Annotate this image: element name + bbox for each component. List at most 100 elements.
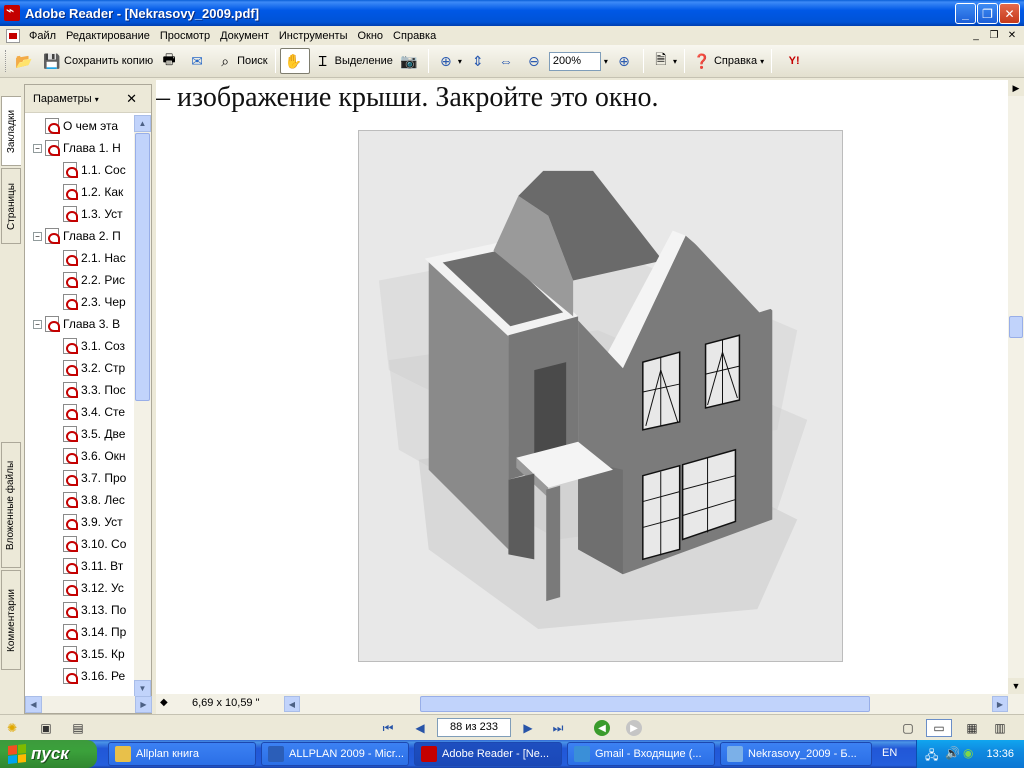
scroll-down-arrow-icon[interactable]: ▼ [1008,678,1024,694]
task-allplan-folder[interactable]: Allplan книга [108,742,256,766]
bookmark-item[interactable]: 3.13. По [63,599,126,621]
bookmark-item[interactable]: 2.2. Рис [63,269,125,291]
doc-restore-button[interactable]: ❐ [986,28,1002,42]
bookmark-item[interactable]: 1.3. Уст [63,203,123,225]
zoom-in-tool-button[interactable]: ⊕ ▾ [433,48,465,74]
doc-close-button[interactable]: ✕ [1004,28,1020,42]
sun-icon[interactable]: ✺ [2,719,22,737]
bookmark-item[interactable]: − Глава 2. П [33,225,121,247]
expand-collapse-icon[interactable]: − [33,319,42,329]
close-panel-button[interactable]: ✕ [126,91,137,107]
first-page-button[interactable]: ⏮ [378,719,398,737]
page-number-input[interactable]: 88 из 233 [437,718,511,737]
select-tool-button[interactable]: Ɪ Выделение [310,48,396,74]
zoom-in-button[interactable]: ⊕ [611,48,639,74]
menu-window[interactable]: Окно [352,30,388,42]
last-page-button[interactable]: ⏭ [548,719,568,737]
search-button[interactable]: ⌕ Поиск [212,48,270,74]
network-icon[interactable]: 🖧 [925,746,938,767]
document-icon[interactable] [6,28,20,43]
bookmark-item[interactable]: 3.7. Про [63,467,126,489]
bookmark-item[interactable]: 3.11. Вт [63,555,123,577]
go-forward-button[interactable]: ▶ [624,719,644,737]
single-page-icon[interactable]: ▢ [898,719,918,737]
bookmark-item[interactable]: 3.9. Уст [63,511,123,533]
scroll-left-arrow-icon[interactable]: ◀ [284,696,300,712]
scroll-up-arrow-icon[interactable]: ▲ [134,115,151,132]
save-copy-button[interactable]: 💾 Сохранить копию [39,48,156,74]
tab-bookmarks[interactable]: Закладки [1,96,21,166]
menu-edit[interactable]: Редактирование [61,30,155,42]
menu-view[interactable]: Просмотр [155,30,215,42]
clock[interactable]: 13:36 [986,748,1014,760]
zoom-out-button[interactable]: ⊖ [521,48,549,74]
bookmark-item[interactable]: 1.2. Как [63,181,123,203]
expand-collapse-icon[interactable]: − [33,143,42,153]
help-button[interactable]: ❓ Справка ▾ [689,48,767,74]
menu-help[interactable]: Справка [388,30,441,42]
rotate-view-button[interactable]: 🗎 ▾ [648,48,680,74]
go-back-button[interactable]: ◀ [592,719,612,737]
menu-file[interactable]: Файл [24,30,61,42]
task-word-document[interactable]: ALLPLAN 2009 - Micr... [261,742,409,766]
fit-width-button[interactable]: ⇔ [493,48,521,74]
bookmark-item[interactable]: 3.8. Лес [63,489,125,511]
bookmark-item[interactable]: 3.10. Со [63,533,126,555]
task-adobe-reader[interactable]: Adobe Reader - [Ne... [414,742,562,766]
bookmark-item[interactable]: 1.1. Сос [63,159,126,181]
document-vertical-scrollbar[interactable]: ▶ ▼ [1008,80,1024,694]
email-button[interactable]: ✉ [184,48,212,74]
bookmark-item[interactable]: 3.12. Ус [63,577,124,599]
tab-comments[interactable]: Комментарии [1,570,21,670]
antivirus-icon[interactable]: ◉ [963,746,973,760]
facing-pages-icon[interactable]: ▦ [962,719,982,737]
previous-page-button[interactable]: ◀ [410,719,430,737]
bookmark-item[interactable]: 3.15. Кр [63,643,125,665]
page-layout-icon[interactable]: ▤ [68,719,88,737]
bookmark-item[interactable]: О чем эта [33,115,118,137]
zoom-input[interactable]: 200% [548,51,601,71]
start-button[interactable]: пуск [0,740,97,768]
volume-icon[interactable]: 🔊 [945,746,960,760]
language-indicator[interactable]: EN [882,747,897,759]
continuous-page-icon[interactable]: ▭ [926,719,952,737]
snapshot-button[interactable]: 📷 [396,48,424,74]
fit-page-button[interactable]: ⇕ [465,48,493,74]
task-gmail[interactable]: Gmail - Входящие (... [567,742,715,766]
minimize-button[interactable]: _ [955,3,976,24]
scroll-up-arrow-icon[interactable]: ▶ [1008,80,1024,96]
bookmark-item[interactable]: 3.5. Две [63,423,125,445]
bookmark-item[interactable]: 2.1. Нас [63,247,126,269]
toolbar-grip[interactable] [5,50,8,72]
bookmark-item[interactable]: 3.2. Стр [63,357,125,379]
bookmark-item[interactable]: − Глава 1. Н [33,137,121,159]
menu-tools[interactable]: Инструменты [274,30,353,42]
bookmarks-horizontal-scrollbar[interactable]: ◀ ▶ [25,696,152,713]
bookmark-item[interactable]: 3.14. Пр [63,621,126,643]
monitor-icon[interactable]: ▣ [36,719,56,737]
restore-button[interactable]: ❐ [977,3,998,24]
continuous-facing-icon[interactable]: ▥ [990,719,1010,737]
close-button[interactable]: ✕ [999,3,1020,24]
doc-minimize-button[interactable]: _ [968,28,984,42]
print-button[interactable]: 🖶 [156,48,184,74]
options-menu-button[interactable]: Параметры ▾ [33,93,99,105]
resize-icon[interactable]: ◆ [160,697,168,708]
next-page-button[interactable]: ▶ [518,719,538,737]
bookmark-item[interactable]: 3.16. Ре [63,665,125,687]
expand-collapse-icon[interactable]: − [33,231,42,241]
bookmark-item[interactable]: 3.3. Пос [63,379,126,401]
scroll-left-arrow-icon[interactable]: ◀ [25,696,42,713]
bookmarks-vertical-scrollbar[interactable]: ▲ ▼ [134,115,151,697]
hand-tool-button[interactable]: ✋ [279,48,310,74]
task-nekrasovy-document[interactable]: Nekrasovy_2009 - Б... [720,742,872,766]
document-view[interactable]: – изображение крыши. Закройте это окно. [156,80,1008,694]
scroll-thumb[interactable] [420,696,870,712]
scroll-thumb[interactable] [135,133,150,401]
bookmark-item[interactable]: 2.3. Чер [63,291,126,313]
bookmark-item[interactable]: 3.1. Соз [63,335,125,357]
bookmark-item[interactable]: 3.6. Окн [63,445,126,467]
yahoo-button[interactable]: Y! [776,48,814,74]
scroll-right-arrow-icon[interactable]: ▶ [135,696,152,713]
open-button[interactable]: 📂 [11,48,39,74]
